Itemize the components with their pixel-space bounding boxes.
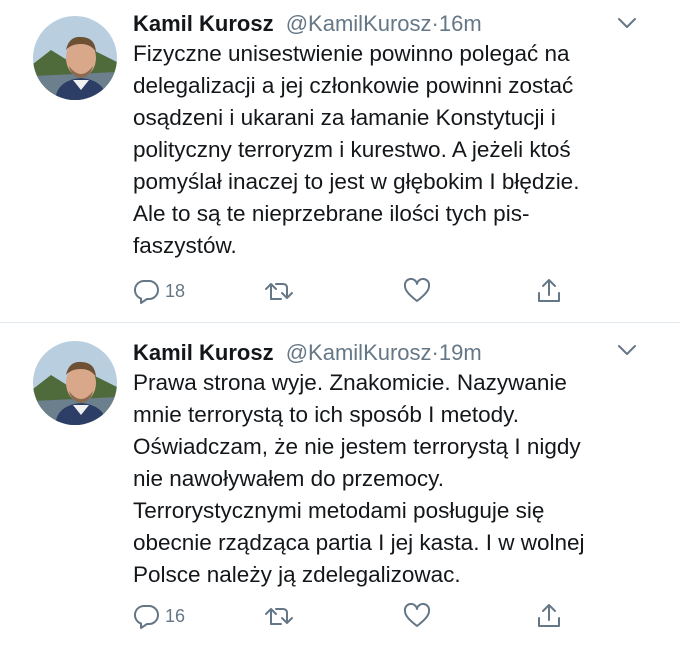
tweet-time[interactable]: 19m — [439, 340, 482, 365]
reply-button[interactable]: 18 — [133, 276, 185, 306]
tweet-text-line: obecnie rządząca partia I jej kasta. I w… — [133, 530, 585, 555]
share-button[interactable] — [535, 601, 563, 631]
share-icon — [535, 602, 563, 630]
tweet-text-line: nie nawoływałem do przemocy. — [133, 466, 444, 491]
tweet-text-line: Polsce należy ją zdelegalizowac. — [133, 562, 461, 587]
author-name[interactable]: Kamil Kurosz — [133, 340, 274, 365]
author-handle[interactable]: @KamilKurosz — [286, 340, 432, 365]
retweet-button[interactable] — [263, 276, 295, 306]
heart-icon — [403, 602, 431, 630]
tweet-time[interactable]: 16m — [439, 11, 482, 36]
chevron-down-icon[interactable] — [614, 337, 640, 363]
tweet-actions: 18 — [133, 276, 573, 306]
share-button[interactable] — [535, 276, 563, 306]
reply-icon — [133, 277, 161, 305]
tweet-header: Kamil Kurosz @KamilKurosz·19m — [133, 339, 633, 367]
tweet-text-line: faszystów. — [133, 233, 237, 258]
retweet-button[interactable] — [263, 601, 295, 631]
reply-button[interactable]: 16 — [133, 601, 185, 631]
tweet-text-line: delegalizacji a jej członkowie powinni z… — [133, 73, 574, 98]
tweet-header: Kamil Kurosz @KamilKurosz·16m — [133, 10, 633, 38]
tweet-text-line: Ale to są te nieprzebrane ilości tych pi… — [133, 201, 530, 226]
reply-count: 18 — [165, 280, 186, 301]
tweet-text: Prawa strona wyje. Znakomicie. Nazywanie… — [133, 367, 653, 591]
separator-dot: · — [431, 340, 439, 365]
tweet-text-line: Prawa strona wyje. Znakomicie. Nazywanie — [133, 370, 567, 395]
reply-icon — [133, 602, 161, 630]
tweet[interactable]: Kamil Kurosz @KamilKurosz·16m Fizyczne u… — [0, 0, 680, 322]
like-button[interactable] — [403, 276, 431, 306]
share-icon — [535, 277, 563, 305]
retweet-icon — [263, 602, 295, 630]
tweet-text-line: osądzeni i ukarani za łamanie Konstytucj… — [133, 105, 556, 130]
separator-dot: · — [431, 11, 439, 36]
like-button[interactable] — [403, 601, 431, 631]
tweet[interactable]: Kamil Kurosz @KamilKurosz·19m Prawa stro… — [0, 323, 680, 646]
reply-count: 16 — [165, 605, 186, 626]
tweet-text: Fizyczne unisestwienie powinno polegać n… — [133, 38, 653, 262]
tweet-actions: 16 — [133, 601, 573, 631]
author-name[interactable]: Kamil Kurosz — [133, 11, 274, 36]
avatar[interactable] — [33, 341, 117, 425]
author-handle[interactable]: @KamilKurosz — [286, 11, 432, 36]
tweet-text-line: polityczny terroryzm i kurestwo. A jeżel… — [133, 137, 571, 162]
tweet-text-line: Oświadczam, że nie jestem terrorystą I n… — [133, 434, 581, 459]
avatar[interactable] — [33, 16, 117, 100]
tweet-text-line: Fizyczne unisestwienie powinno polegać n… — [133, 41, 570, 66]
retweet-icon — [263, 277, 295, 305]
chevron-down-icon[interactable] — [614, 10, 640, 36]
tweet-text-line: mnie terrorystą to ich sposób I metody. — [133, 402, 519, 427]
heart-icon — [403, 277, 431, 305]
tweet-text-line: pomyślał inaczej to jest w głębokim I bł… — [133, 169, 580, 194]
tweet-text-line: Terrorystycznymi metodami posługuje się — [133, 498, 545, 523]
